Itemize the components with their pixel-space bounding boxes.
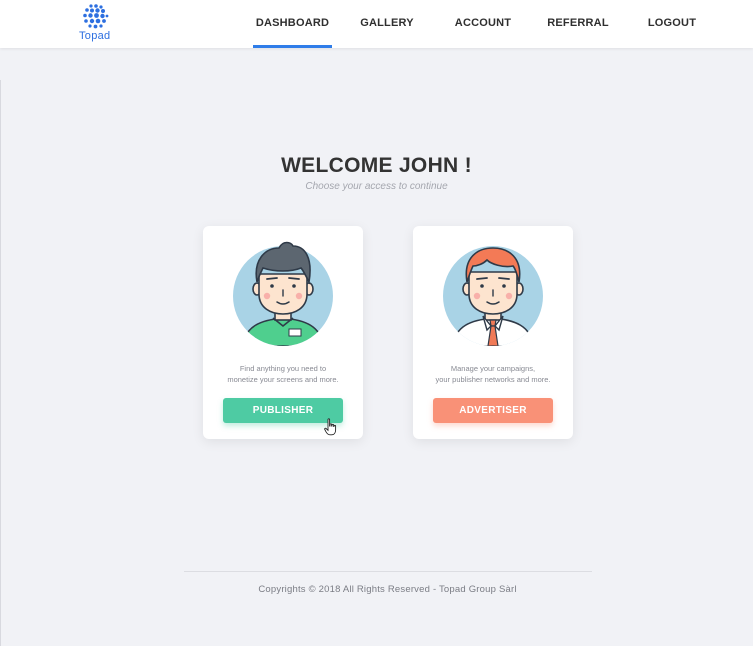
- nav-referral[interactable]: REFERRAL: [544, 0, 612, 48]
- nav-gallery[interactable]: GALLERY: [355, 0, 419, 48]
- brand-logo[interactable]: Topad: [78, 3, 118, 45]
- publisher-avatar-illustration: [233, 241, 333, 346]
- top-navigation-bar: Topad DASHBOARD GALLERY ACCOUNT REFERRAL…: [0, 0, 753, 48]
- hand-pointer-cursor-icon: [324, 418, 337, 436]
- globe-dots-icon: [83, 4, 109, 29]
- advertiser-button[interactable]: ADVERTISER: [433, 398, 553, 423]
- nav-dashboard[interactable]: DASHBOARD: [253, 0, 332, 48]
- page-subtitle: Choose your access to continue: [305, 181, 448, 192]
- publisher-description: Find anything you need to monetize your …: [227, 364, 339, 384]
- page-title: WELCOME JOHN !: [281, 154, 472, 177]
- nav-account[interactable]: ACCOUNT: [449, 0, 517, 48]
- brand-name: Topad: [79, 30, 111, 42]
- advertiser-avatar-illustration: [443, 246, 543, 346]
- nav-logout[interactable]: LOGOUT: [643, 0, 701, 48]
- publisher-card[interactable]: Find anything you need to monetize your …: [203, 226, 363, 439]
- advertiser-card[interactable]: Manage your campaigns, your publisher ne…: [413, 226, 573, 439]
- footer-copyright: Copyrights © 2018 All Rights Reserved - …: [258, 584, 517, 595]
- footer-divider: [184, 571, 592, 572]
- advertiser-description: Manage your campaigns, your publisher ne…: [435, 364, 551, 384]
